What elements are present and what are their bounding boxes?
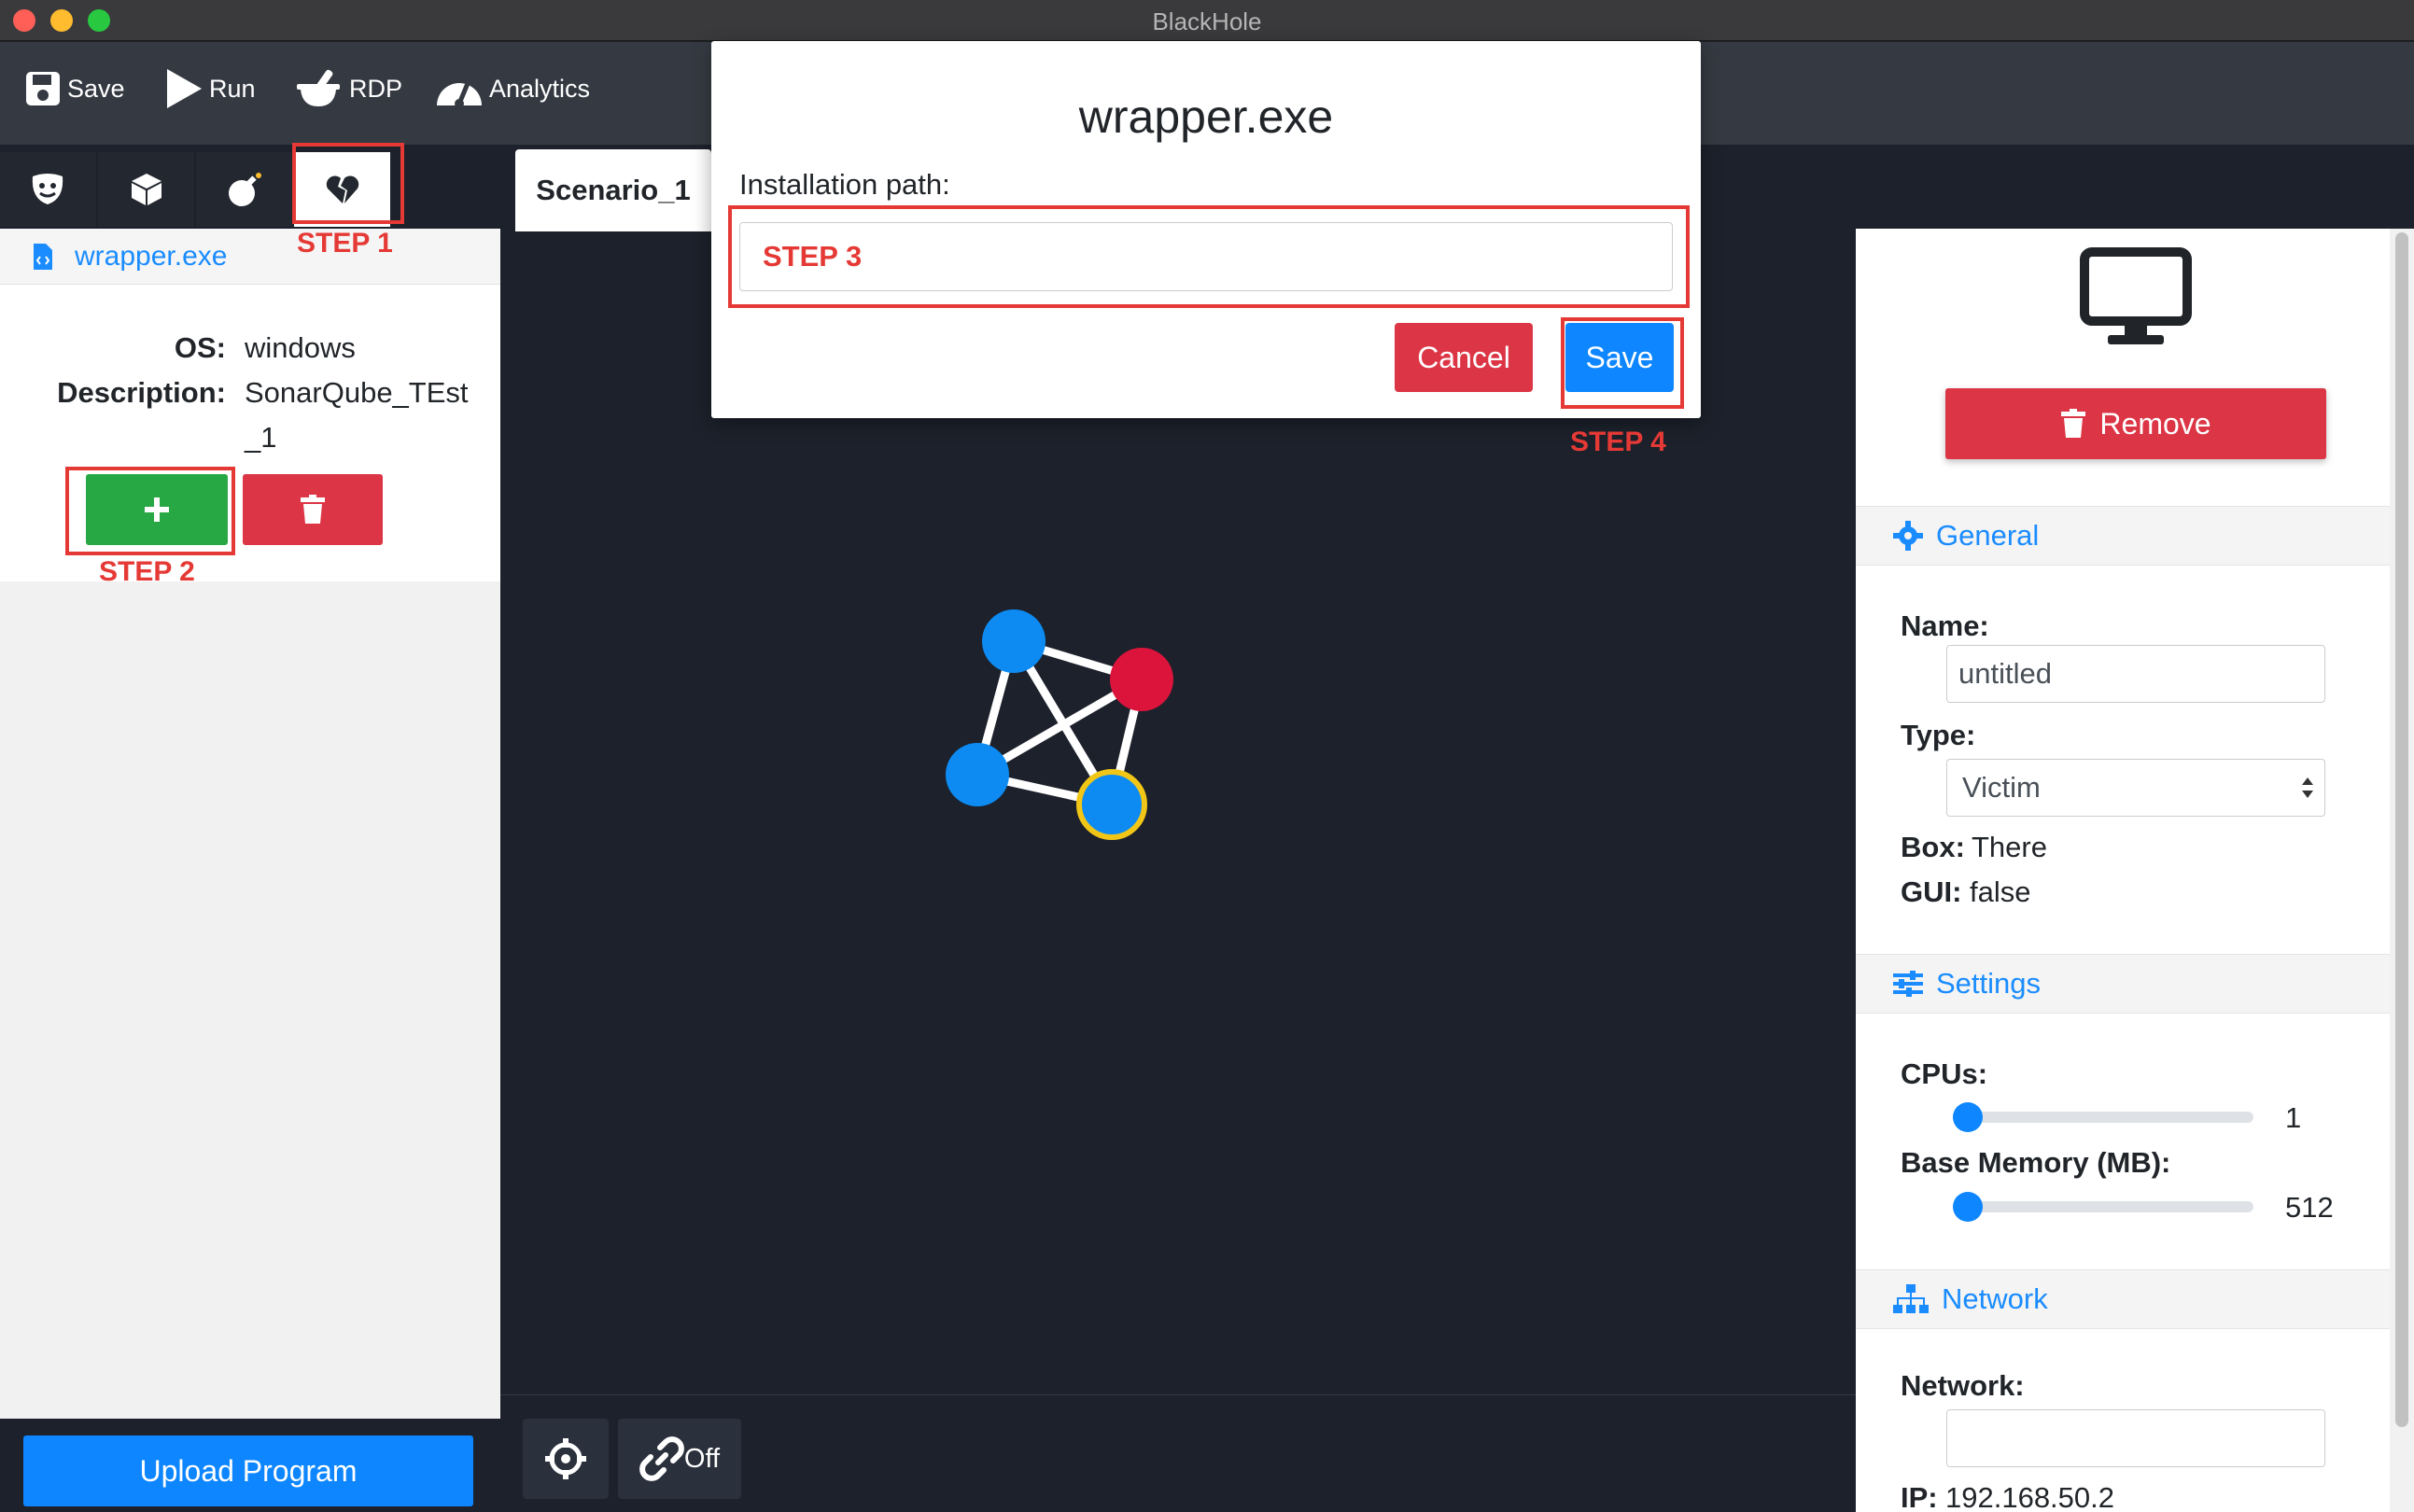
tachometer-icon (437, 78, 482, 108)
os-label: OS: (174, 331, 226, 364)
save-toolbar-label: Save (67, 74, 125, 103)
type-label: Type: (1901, 719, 1976, 751)
memory-slider-thumb[interactable] (1953, 1192, 1983, 1222)
title-bar: BlackHole (0, 0, 2414, 41)
tab-attacks[interactable] (196, 152, 292, 227)
rdp-toolbar-label: RDP (349, 74, 403, 103)
description-value-line1: SonarQube_TEst (245, 376, 469, 409)
box-value: There (1972, 831, 2047, 863)
step4-label: STEP 4 (1570, 427, 1666, 457)
save-button[interactable]: Save (1565, 323, 1674, 392)
left-bottom-bar: Upload Program (0, 1419, 500, 1512)
cancel-button[interactable]: Cancel (1395, 323, 1533, 392)
program-list-item[interactable]: wrapper.exe (0, 229, 500, 285)
os-value: windows (245, 331, 356, 364)
analytics-toolbar-label: Analytics (489, 74, 591, 103)
memory-label: Base Memory (MB): (1901, 1146, 2171, 1179)
run-toolbar-button[interactable]: Run (164, 63, 256, 115)
graph-node[interactable] (982, 609, 1046, 673)
cpus-slider[interactable] (1953, 1102, 2253, 1132)
description-value-line2: _1 (245, 421, 277, 454)
center-view-button[interactable] (523, 1419, 609, 1499)
remove-node-label: Remove (2099, 406, 2211, 441)
cpus-label: CPUs: (1901, 1057, 1988, 1090)
remove-node-button[interactable]: Remove (1945, 388, 2326, 459)
canvas-divider (500, 1394, 1856, 1395)
network-section-header[interactable]: Network (1856, 1269, 2390, 1329)
delete-program-button[interactable] (243, 474, 383, 545)
installation-path-label: Installation path: (739, 168, 950, 201)
play-icon (167, 69, 202, 108)
window-title: BlackHole (1152, 7, 1262, 35)
node-properties-panel: Remove General Name: untitled Type: Vict… (1856, 229, 2390, 1512)
step1-label: STEP 1 (297, 228, 393, 259)
right-panel-scrollbar[interactable] (2390, 229, 2414, 1512)
gui-label: GUI: (1901, 875, 1962, 908)
heart-broken-icon (326, 175, 358, 203)
network-label: Network: (1901, 1369, 2025, 1402)
settings-section-title: Settings (1936, 967, 2042, 1000)
box-label: Box: (1901, 831, 1965, 863)
upload-program-button[interactable]: Upload Program (23, 1435, 473, 1506)
add-program-button[interactable] (86, 474, 228, 545)
gear-icon (1893, 521, 1923, 551)
mortar-pestle-icon (297, 69, 340, 106)
dialog-title: wrapper.exe (1078, 91, 1334, 143)
description-label: Description: (57, 376, 226, 409)
save-toolbar-button[interactable]: Save (24, 63, 125, 115)
analytics-toolbar-button[interactable]: Analytics (435, 63, 590, 115)
general-section-header[interactable]: General (1856, 506, 2390, 566)
name-input[interactable]: untitled (1946, 645, 2325, 703)
link-toggle-button[interactable]: Off (618, 1419, 741, 1499)
scrollbar-thumb[interactable] (2395, 232, 2408, 1427)
network-section-title: Network (1942, 1282, 2048, 1315)
graph-node-selected[interactable] (1076, 769, 1147, 840)
cpus-slider-thumb[interactable] (1953, 1102, 1983, 1132)
type-select-value: Victim (1962, 771, 2041, 804)
network-icon (1893, 1284, 1929, 1313)
chevron-updown-icon (2302, 777, 2313, 798)
ip-value: 192.168.50.2 (1945, 1481, 2115, 1512)
desktop-icon (2080, 247, 2192, 344)
installation-path-input[interactable]: STEP 3 (739, 222, 1673, 291)
general-section-title: General (1936, 519, 2040, 552)
memory-value: 512 (2285, 1191, 2334, 1224)
bomb-icon (228, 173, 261, 206)
scenario-canvas[interactable] (500, 229, 1856, 1512)
rdp-toolbar-button[interactable]: RDP (295, 63, 402, 115)
tab-masks[interactable] (0, 152, 96, 227)
sliders-icon (1893, 971, 1923, 997)
link-icon (639, 1436, 684, 1481)
gui-value: false (1970, 875, 2031, 908)
trash-icon (301, 495, 325, 524)
floppy-icon (26, 72, 60, 105)
tab-programs[interactable] (294, 152, 390, 227)
masks-icon (32, 174, 63, 204)
trash-icon (2061, 409, 2086, 438)
cpus-value: 1 (2285, 1101, 2302, 1134)
tab-scenario-1[interactable]: Scenario_1 (515, 149, 711, 231)
plus-icon (145, 497, 169, 522)
box-icon (131, 174, 161, 205)
crosshairs-icon (545, 1438, 586, 1479)
program-details: wrapper.exe OS: windows Description: Son… (0, 229, 500, 581)
type-select[interactable]: Victim (1946, 759, 2325, 817)
graph-node[interactable] (1110, 648, 1173, 711)
ip-label: IP: (1901, 1481, 1938, 1512)
settings-section-header[interactable]: Settings (1856, 954, 2390, 1014)
file-code-icon (34, 243, 52, 270)
step2-label: STEP 2 (99, 556, 195, 587)
program-panel: wrapper.exe OS: windows Description: Son… (0, 229, 500, 1419)
program-name: wrapper.exe (75, 240, 228, 272)
name-label: Name: (1901, 609, 1989, 642)
run-toolbar-label: Run (209, 74, 256, 103)
link-toggle-label: Off (683, 1443, 721, 1474)
memory-slider[interactable] (1953, 1192, 2253, 1222)
installation-path-dialog: wrapper.exe Installation path: STEP 3 Ca… (711, 41, 1701, 418)
tab-boxes[interactable] (98, 152, 194, 227)
network-input[interactable] (1946, 1409, 2325, 1467)
graph-node[interactable] (946, 743, 1009, 806)
